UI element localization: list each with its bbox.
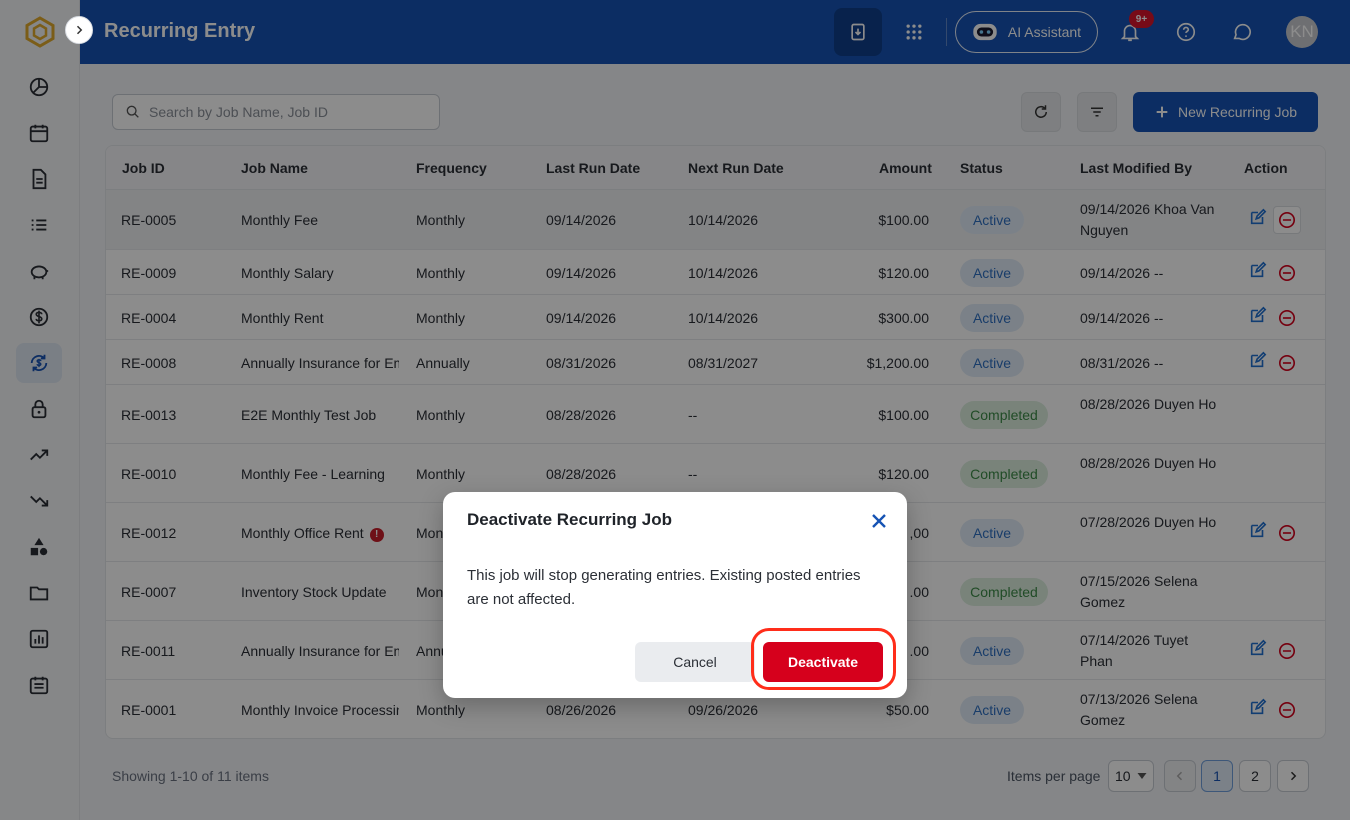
dialog-message: This job will stop generating entries. E… — [467, 567, 861, 608]
cancel-button[interactable]: Cancel — [635, 642, 755, 682]
sidebar-expand-button[interactable] — [65, 16, 93, 44]
dialog-close-button[interactable] — [868, 510, 890, 532]
deactivate-button[interactable]: Deactivate — [763, 642, 883, 682]
deactivate-dialog: Deactivate Recurring Job This job will s… — [443, 492, 907, 698]
close-icon — [872, 514, 886, 528]
dialog-title: Deactivate Recurring Job — [467, 510, 673, 529]
chevron-right-icon — [76, 25, 83, 35]
